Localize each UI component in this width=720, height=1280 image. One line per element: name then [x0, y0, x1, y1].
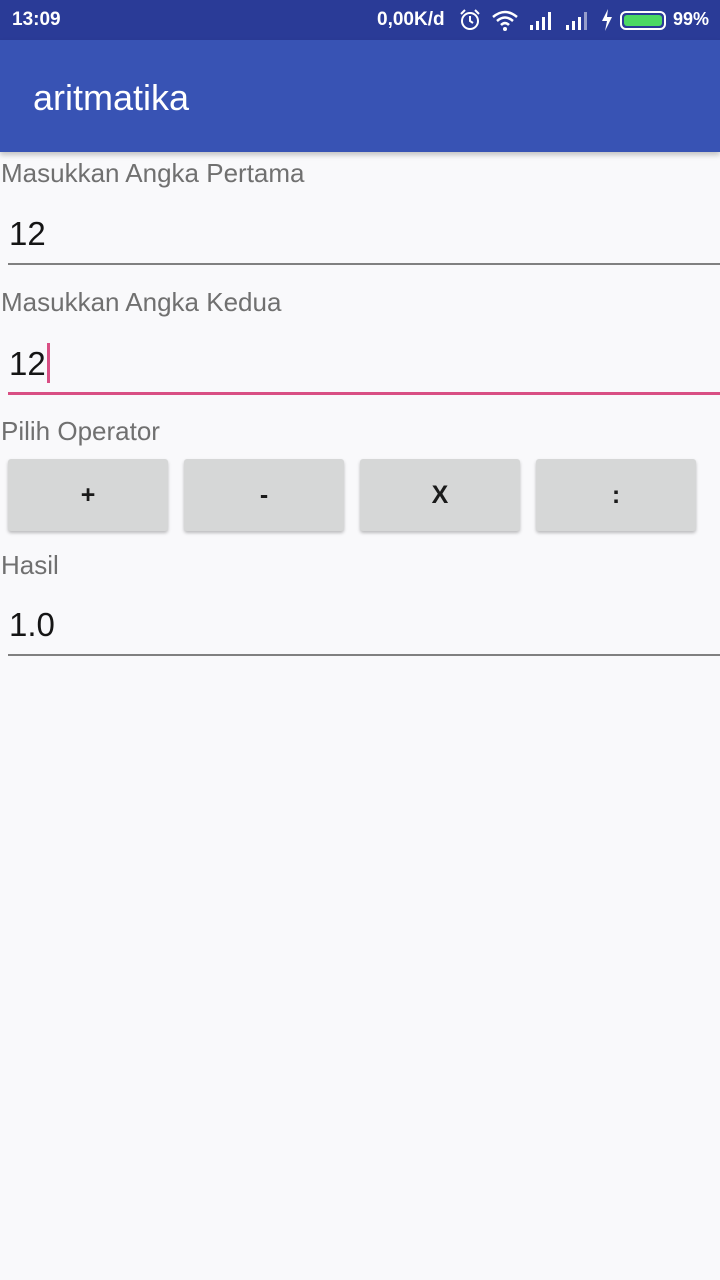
second-number-label: Masukkan Angka Kedua [1, 287, 282, 317]
status-bar: 13:09 0,00K/d 99% [0, 0, 720, 40]
signal-icon [528, 8, 556, 37]
divide-button[interactable]: : [536, 459, 696, 531]
first-number-label: Masukkan Angka Pertama [1, 158, 305, 188]
app-title: aritmatika [33, 77, 190, 118]
second-number-value: 12 [9, 345, 46, 382]
result-underline [8, 654, 720, 656]
network-speed: 0,00K/d [377, 9, 445, 30]
second-number-input[interactable]: 12 [8, 331, 720, 395]
alarm-icon [458, 8, 482, 37]
first-number-value: 12 [9, 215, 46, 252]
wifi-icon [491, 8, 519, 37]
multiply-button[interactable]: X [360, 459, 520, 531]
battery-percent: 99% [673, 9, 710, 29]
add-button[interactable]: + [8, 459, 168, 531]
second-number-underline [8, 392, 720, 395]
battery-icon [620, 11, 666, 30]
charging-icon [600, 8, 614, 37]
status-time: 13:09 [12, 9, 61, 30]
result-label: Hasil [1, 550, 59, 580]
first-number-underline [8, 263, 720, 265]
operator-label: Pilih Operator [1, 416, 160, 446]
signal-icon [564, 8, 592, 37]
text-cursor [46, 343, 50, 384]
result-field[interactable]: 1.0 [8, 592, 720, 656]
subtract-button[interactable]: - [184, 459, 344, 531]
app-bar: aritmatika [0, 40, 720, 152]
first-number-input[interactable]: 12 [8, 201, 720, 265]
result-value: 1.0 [9, 606, 55, 643]
